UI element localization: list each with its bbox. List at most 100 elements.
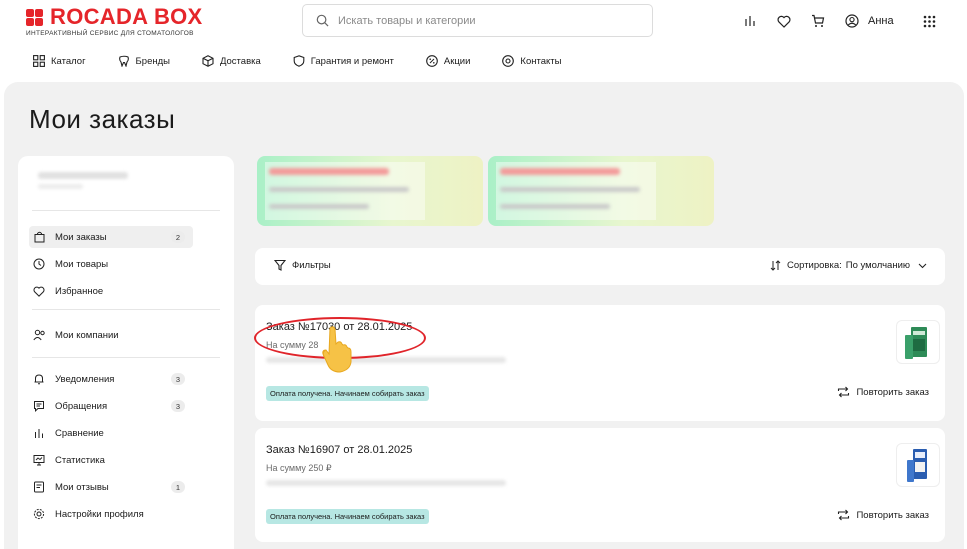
sidebar-item-notifications[interactable]: Уведомления 3 [29,368,193,390]
cart-icon[interactable] [808,11,828,31]
sidebar-item-label: Статистика [55,454,105,466]
divider [32,357,220,358]
sidebar-item-favorites[interactable]: Избранное [29,280,193,302]
nav-label: Гарантия и ремонт [310,55,394,67]
box-icon [202,55,214,67]
sidebar-item-label: Обращения [55,400,108,412]
product-image [907,449,927,482]
order-sum: На сумму 28 [266,340,319,350]
search-icon [316,14,329,27]
nav-delivery[interactable]: Доставка [202,55,261,67]
repeat-order-label: Повторить заказ [856,386,929,398]
count-badge: 2 [171,231,185,243]
order-title[interactable]: Заказ №16907 от 28.01.2025 [266,444,412,456]
bars-icon [32,426,46,440]
sidebar-item-requests[interactable]: Обращения 3 [29,395,193,417]
sidebar-item-my-products[interactable]: Мои товары [29,253,193,275]
sidebar: Мои заказы 2 Мои товары Избранное Мои ко… [18,156,234,549]
nav-warranty[interactable]: Гарантия и ремонт [293,55,394,67]
search-input[interactable] [338,14,638,27]
sidebar-item-my-orders[interactable]: Мои заказы 2 [29,226,193,248]
filters-bar: Фильтры Сортировка: По умолчанию [255,248,945,285]
repeat-order-label: Повторить заказ [856,509,929,521]
tooth-icon [118,55,129,67]
people-icon [32,328,46,342]
user-icon[interactable] [842,11,862,31]
delivery-card[interactable] [257,156,483,226]
monitor-icon [32,453,46,467]
profile-name-blurred [38,172,128,179]
sidebar-item-label: Мои заказы [55,231,107,243]
nav-brands[interactable]: Бренды [118,55,170,67]
nav-catalog[interactable]: Каталог [33,55,86,67]
heart-icon [32,284,46,298]
order-card[interactable]: Заказ №16907 от 28.01.2025 На сумму 250 … [255,428,945,542]
page-title: Мои заказы [29,104,176,134]
delivery-card-content-blurred [496,162,656,220]
repeat-order-button[interactable]: Повторить заказ [837,386,929,398]
chat-icon [32,399,46,413]
logo-mark-icon [26,8,43,26]
nav-label: Каталог [51,55,86,67]
order-address-blurred [266,480,506,486]
repeat-icon [838,509,850,521]
delivery-card[interactable] [488,156,714,226]
sidebar-item-label: Сравнение [55,427,104,439]
sidebar-item-statistics[interactable]: Статистика [29,449,193,471]
sort-value: По умолчанию [845,260,910,271]
nav-label: Доставка [219,55,261,67]
apps-grid-icon[interactable] [920,11,940,31]
logo-text: ROCADA BOX [50,4,203,29]
product-image [905,327,927,359]
logo-tagline: ИНТЕРАКТИВНЫЙ СЕРВИС ДЛЯ СТОМАТОЛОГОВ [26,30,194,37]
divider [32,309,220,310]
gear-icon [32,507,46,521]
search-box[interactable] [302,4,653,37]
order-title[interactable]: Заказ №17030 от 28.01.2025 [266,321,412,333]
sidebar-item-profile-settings[interactable]: Настройки профиля [29,503,193,525]
nav-label: Контакты [520,55,562,67]
nav-contacts[interactable]: Контакты [502,55,561,67]
nav-label: Бренды [135,55,170,67]
sidebar-item-compare[interactable]: Сравнение [29,422,193,444]
sidebar-item-label: Мои товары [55,258,109,270]
repeat-order-button[interactable]: Повторить заказ [837,509,929,521]
profile-subtitle-blurred [38,184,83,189]
shield-icon [293,55,305,67]
product-thumbnail[interactable] [896,443,940,487]
filter-icon [274,259,286,271]
sidebar-item-my-reviews[interactable]: Мои отзывы 1 [29,476,193,498]
filters-label: Фильтры [292,259,331,271]
order-sum: На сумму 250 ₽ [266,463,332,473]
count-badge: 1 [171,481,185,493]
count-badge: 3 [171,400,185,412]
nav-promotions[interactable]: Акции [426,55,471,67]
logo[interactable]: ROCADA BOX ИНТЕРАКТИВНЫЙ СЕРВИС ДЛЯ СТОМ… [26,4,203,37]
header: ROCADA BOX ИНТЕРАКТИВНЫЙ СЕРВИС ДЛЯ СТОМ… [0,0,967,82]
product-thumbnail[interactable] [896,320,940,364]
stats-icon[interactable] [740,11,760,31]
sidebar-item-label: Мои отзывы [55,481,109,493]
grid-icon [33,55,45,67]
sidebar-item-my-companies[interactable]: Мои компании [29,324,193,346]
status-badge: Оплата получена. Начинаем собирать заказ [266,509,429,524]
sort-icon [770,260,781,271]
filters-button[interactable]: Фильтры [274,259,331,271]
sort-dropdown[interactable]: Сортировка: По умолчанию [770,260,927,271]
user-name[interactable]: Анна [868,15,894,27]
repeat-icon [838,386,850,398]
bag-icon [32,230,46,244]
order-card[interactable]: Заказ №17030 от 28.01.2025 На сумму 28 О… [255,305,945,421]
review-icon [32,480,46,494]
nav-label: Акции [443,55,471,67]
sidebar-item-label: Мои компании [55,329,119,341]
main-nav: Каталог Бренды Доставка Гарантия и ремон… [33,55,593,67]
percent-icon [426,55,438,67]
main-content: Мои заказы Мои заказы 2 Мои товары Избра… [4,82,964,549]
history-icon [32,257,46,271]
sidebar-item-label: Настройки профиля [55,508,144,520]
sort-label: Сортировка: [786,260,842,271]
sidebar-item-label: Избранное [55,285,104,297]
count-badge: 3 [171,373,185,385]
heart-icon[interactable] [774,11,794,31]
